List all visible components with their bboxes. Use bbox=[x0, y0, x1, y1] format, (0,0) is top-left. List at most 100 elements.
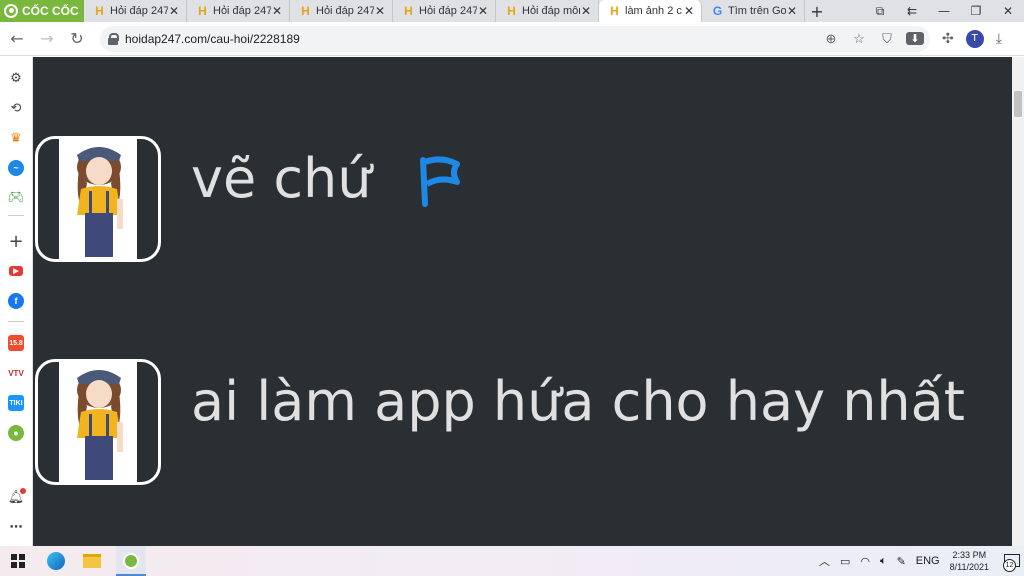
more-options-icon[interactable]: ⋯ bbox=[6, 517, 26, 537]
new-tab-button[interactable]: + bbox=[805, 0, 829, 22]
action-center-icon[interactable]: 12 bbox=[999, 552, 1020, 572]
address-bar[interactable]: hoidap247.com/cau-hoi/2228189 ⊕ ☆ ⛉ ⬇ bbox=[100, 25, 930, 52]
tab-title: Hỏi đáp 247 bbox=[419, 5, 477, 17]
back-button[interactable]: ← bbox=[4, 26, 30, 52]
browser-toolbar: ← → ↻ hoidap247.com/cau-hoi/2228189 ⊕ ☆ … bbox=[0, 22, 1024, 56]
show-hidden-icons-chevron-up-icon[interactable]: ︿ bbox=[819, 553, 830, 569]
vtv-icon[interactable]: VTV bbox=[6, 363, 26, 383]
coccoc-logo-icon bbox=[4, 4, 18, 18]
hoidap-favicon-icon: H bbox=[507, 4, 516, 18]
tab-title: Hỏi đáp 247 bbox=[110, 5, 168, 17]
download-video-icon[interactable]: ⬇ bbox=[906, 32, 924, 45]
clock-date: 8/11/2021 bbox=[949, 562, 989, 572]
tab-google[interactable]: G Tìm trên Go ✕ bbox=[702, 0, 805, 22]
page-content: vẽ chứ ai làm app hứa cho hay nhất bbox=[33, 57, 1012, 546]
youtube-icon[interactable]: ▶ bbox=[6, 261, 26, 281]
close-window-button[interactable]: ✕ bbox=[992, 4, 1024, 18]
coccoc-games-icon[interactable]: ● bbox=[6, 423, 26, 443]
extensions-icon[interactable]: ✣ bbox=[942, 31, 954, 47]
volume-icon[interactable]: 🔈︎ bbox=[880, 555, 887, 568]
url-text: hoidap247.com/cau-hoi/2228189 bbox=[125, 31, 300, 46]
edge-browser-icon[interactable] bbox=[44, 546, 68, 576]
notification-dot bbox=[20, 488, 26, 494]
battery-icon[interactable]: ▭ bbox=[840, 555, 850, 568]
back-arrow-icon[interactable]: ⇇ bbox=[896, 4, 928, 18]
report-flag-icon[interactable] bbox=[417, 156, 463, 208]
user-avatar[interactable] bbox=[35, 359, 161, 485]
hoidap-favicon-icon: H bbox=[404, 4, 413, 18]
tab-hoidap-3[interactable]: H Hỏi đáp 247 ✕ bbox=[290, 0, 393, 22]
coccoc-menu-button[interactable]: CỐC CỐC bbox=[0, 0, 84, 22]
hoidap-favicon-icon: H bbox=[301, 4, 310, 18]
lock-icon bbox=[108, 32, 119, 45]
pen-icon[interactable]: ✎ bbox=[897, 555, 906, 568]
windows-start-icon[interactable] bbox=[6, 546, 30, 576]
tab-strip: CỐC CỐC H Hỏi đáp 247 ✕ H Hỏi đáp 247 ✕ … bbox=[0, 0, 1024, 22]
close-tab-icon[interactable]: ✕ bbox=[374, 4, 386, 18]
wifi-icon[interactable]: ◠ bbox=[860, 555, 870, 568]
settings-gear-icon[interactable]: ⚙ bbox=[6, 68, 26, 88]
post-content: vẽ chứ bbox=[191, 147, 372, 210]
post-text: vẽ chứ bbox=[191, 146, 463, 212]
windows-taskbar: ︿ ▭ ◠ 🔈︎ ✎ ENG 2:33 PM 8/11/2021 12 bbox=[0, 546, 1024, 576]
shield-icon[interactable]: ⛉ bbox=[878, 31, 896, 47]
profile-avatar[interactable]: T bbox=[965, 29, 984, 48]
forward-button[interactable]: → bbox=[34, 26, 60, 52]
clock-time: 2:33 PM bbox=[952, 550, 987, 560]
clock[interactable]: 2:33 PM 8/11/2021 bbox=[950, 549, 989, 573]
tab-search-icon[interactable]: ⧉ bbox=[864, 4, 896, 19]
anime-girl-avatar-image bbox=[59, 362, 137, 482]
minimize-button[interactable]: — bbox=[928, 4, 960, 18]
tab-hoidap-2[interactable]: H Hỏi đáp 247 ✕ bbox=[187, 0, 290, 22]
tab-title: Hỏi đáp môn bbox=[522, 5, 580, 17]
close-tab-icon[interactable]: ✕ bbox=[683, 4, 695, 18]
browser-sidebar: ⚙ ⟲ ♛ ~ 🎮︎ + ▶ f 15.8 VTV TIKI ● 🔔︎ ⋯ bbox=[0, 57, 33, 546]
tab-active[interactable]: H làm ảnh 2 c ✕ bbox=[599, 0, 702, 22]
google-favicon-icon: G bbox=[712, 4, 723, 18]
game-controller-icon[interactable]: 🎮︎ bbox=[6, 187, 26, 207]
close-tab-icon[interactable]: ✕ bbox=[477, 4, 489, 18]
post-text: ai làm app hứa cho hay nhất bbox=[191, 369, 1012, 435]
window-controls: ⧉ ⇇ — ❐ ✕ bbox=[864, 0, 1024, 22]
zoom-icon[interactable]: ⊕ bbox=[822, 31, 840, 47]
restore-button[interactable]: ❐ bbox=[960, 4, 992, 18]
add-sidebar-item-icon[interactable]: + bbox=[6, 231, 26, 252]
post-item: vẽ chứ bbox=[33, 136, 1012, 268]
close-tab-icon[interactable]: ✕ bbox=[580, 4, 592, 18]
tab-title: Hỏi đáp 247 bbox=[213, 5, 271, 17]
tab-title: Tìm trên Go bbox=[728, 5, 786, 17]
close-tab-icon[interactable]: ✕ bbox=[168, 4, 180, 18]
shopee-icon[interactable]: 15.8 bbox=[6, 333, 26, 353]
tab-title: làm ảnh 2 c bbox=[625, 5, 682, 17]
scrollbar-thumb[interactable] bbox=[1014, 91, 1022, 117]
file-explorer-icon[interactable] bbox=[80, 546, 104, 576]
facebook-icon[interactable]: f bbox=[6, 291, 26, 311]
tab-hoidap-1[interactable]: H Hỏi đáp 247 ✕ bbox=[84, 0, 187, 22]
hoidap-favicon-icon: H bbox=[198, 4, 207, 18]
vertical-scrollbar[interactable] bbox=[1012, 57, 1024, 546]
close-tab-icon[interactable]: ✕ bbox=[786, 4, 798, 18]
hoidap-favicon-icon: H bbox=[95, 4, 104, 18]
tab-hoidap-5[interactable]: H Hỏi đáp môn ✕ bbox=[496, 0, 599, 22]
hoidap-favicon-icon: H bbox=[610, 4, 619, 18]
notification-count: 12 bbox=[1003, 559, 1016, 572]
post-item: ai làm app hứa cho hay nhất bbox=[33, 359, 1012, 491]
close-tab-icon[interactable]: ✕ bbox=[271, 4, 283, 18]
tab-hoidap-4[interactable]: H Hỏi đáp 247 ✕ bbox=[393, 0, 496, 22]
bookmark-star-icon[interactable]: ☆ bbox=[850, 31, 868, 47]
browser-brand: CỐC CỐC bbox=[22, 4, 79, 18]
tiki-icon[interactable]: TIKI bbox=[6, 393, 26, 413]
tab-title: Hỏi đáp 247 bbox=[316, 5, 374, 17]
notification-bell-icon[interactable]: 🔔︎ bbox=[6, 487, 26, 507]
coccoc-taskbar-icon[interactable] bbox=[116, 546, 146, 576]
system-tray: ︿ ▭ ◠ 🔈︎ ✎ ENG 2:33 PM 8/11/2021 12 bbox=[814, 546, 1024, 576]
downloads-icon[interactable]: ⤓ bbox=[996, 31, 1002, 47]
crown-icon[interactable]: ♛ bbox=[6, 128, 26, 148]
post-content: ai làm app hứa cho hay nhất bbox=[191, 370, 965, 433]
user-avatar[interactable] bbox=[35, 136, 161, 262]
history-icon[interactable]: ⟲ bbox=[6, 98, 26, 118]
anime-girl-avatar-image bbox=[59, 139, 137, 259]
language-indicator[interactable]: ENG bbox=[916, 555, 940, 567]
messenger-icon[interactable]: ~ bbox=[6, 158, 26, 178]
reload-button[interactable]: ↻ bbox=[64, 26, 90, 52]
